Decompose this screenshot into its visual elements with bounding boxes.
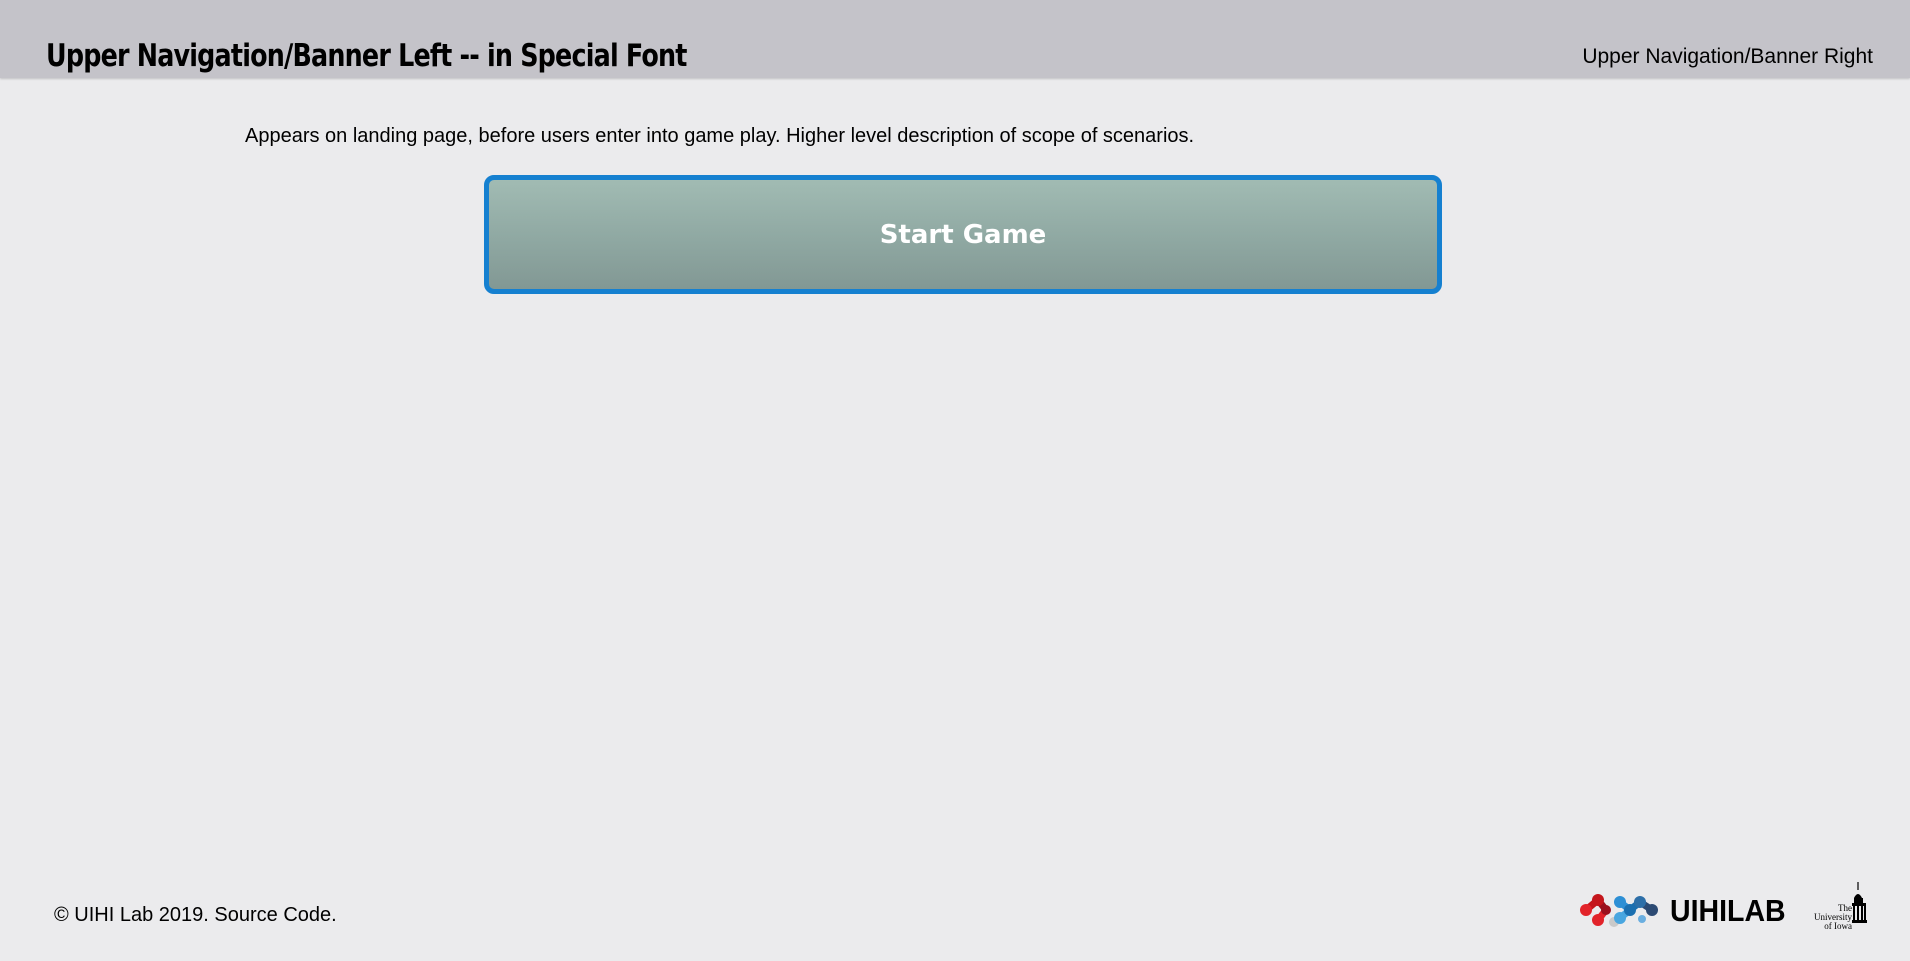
start-game-button-label: Start Game (879, 219, 1047, 250)
landing-description: Appears on landing page, before users en… (245, 125, 1195, 147)
university-of-iowa-logo[interactable]: The University of Iowa (1808, 882, 1872, 938)
banner-left-title[interactable]: Upper Navigation/Banner Left -- in Speci… (46, 36, 687, 76)
university-of-iowa-tower-icon (1852, 882, 1872, 939)
start-game-button[interactable]: Start Game (484, 175, 1442, 294)
top-banner: Upper Navigation/Banner Left -- in Speci… (0, 0, 1910, 78)
copyright-text: © UIHI Lab 2019. (54, 904, 209, 926)
footer-copyright: © UIHI Lab 2019. Source Code. (54, 903, 337, 927)
university-logo-text: The University of Iowa (1808, 904, 1852, 931)
footer-logos: UIHILAB The University of Iowa (1576, 882, 1876, 938)
source-code-link[interactable]: Source Code. (214, 904, 336, 926)
university-logo-line-3: of Iowa (1824, 921, 1852, 931)
banner-right-title[interactable]: Upper Navigation/Banner Right (1582, 45, 1873, 69)
uihilab-logo-text[interactable]: UIHILAB (1670, 894, 1786, 928)
uihilab-molecule-icon[interactable] (1576, 888, 1664, 937)
